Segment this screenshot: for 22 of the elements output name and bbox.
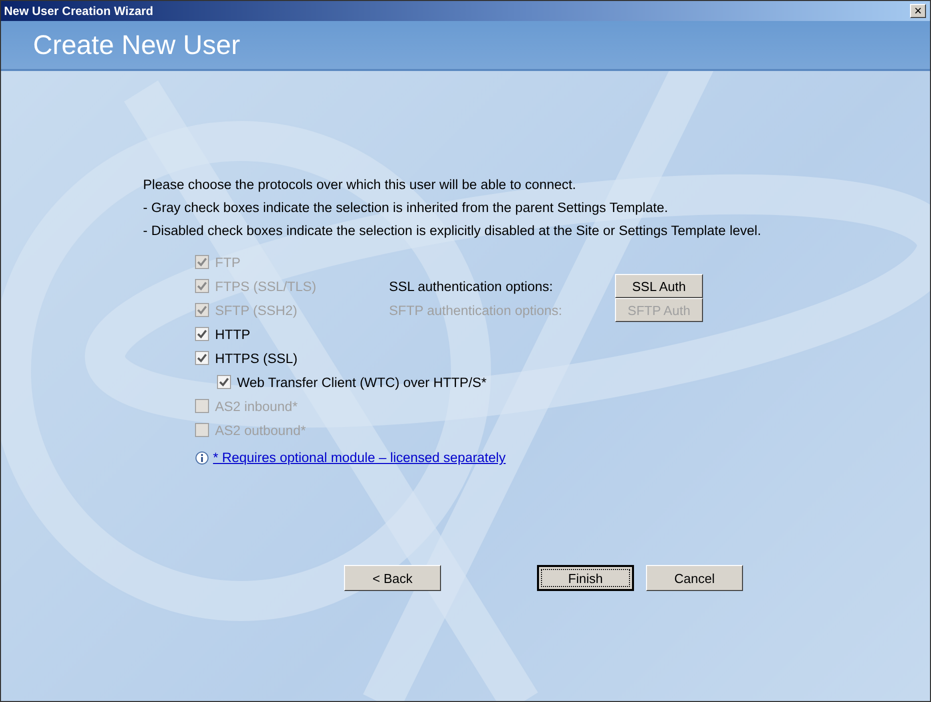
info-icon (195, 450, 209, 464)
auth-options-label: SFTP authentication options: (389, 302, 564, 318)
check-icon (197, 329, 207, 339)
protocol-checkbox[interactable]: HTTPS (SSL) (195, 350, 389, 366)
check-icon (197, 305, 207, 315)
protocol-checkbox[interactable]: Web Transfer Client (WTC) over HTTP/S* (195, 374, 487, 390)
check-icon (197, 281, 207, 291)
instruction-text: - Gray check boxes indicate the selection is inherited from the parent Settings Template. (143, 199, 670, 217)
licensing-link[interactable]: * Requires optional module – licensed separately (213, 450, 506, 465)
check-icon (197, 257, 207, 267)
wizard-button[interactable]: Finish (537, 565, 634, 591)
close-button[interactable]: × (910, 4, 926, 18)
wizard-button[interactable]: Cancel (646, 565, 743, 591)
check-icon (197, 353, 207, 363)
auth-options-label: SSL authentication options: (389, 278, 554, 294)
instruction-text: - Disabled check boxes indicate the selection is explicitly disabled at the Site or Settings Template level. (143, 222, 762, 240)
page-title: Create New User (33, 30, 240, 60)
protocol-checkbox[interactable]: HTTP (195, 326, 389, 342)
check-icon (219, 377, 229, 387)
wizard-button[interactable]: < Back (344, 565, 441, 591)
instruction-text: Please choose the protocols over which this user will be able to connect. (143, 176, 577, 194)
window-title: New User Creation Wizard (4, 4, 154, 18)
